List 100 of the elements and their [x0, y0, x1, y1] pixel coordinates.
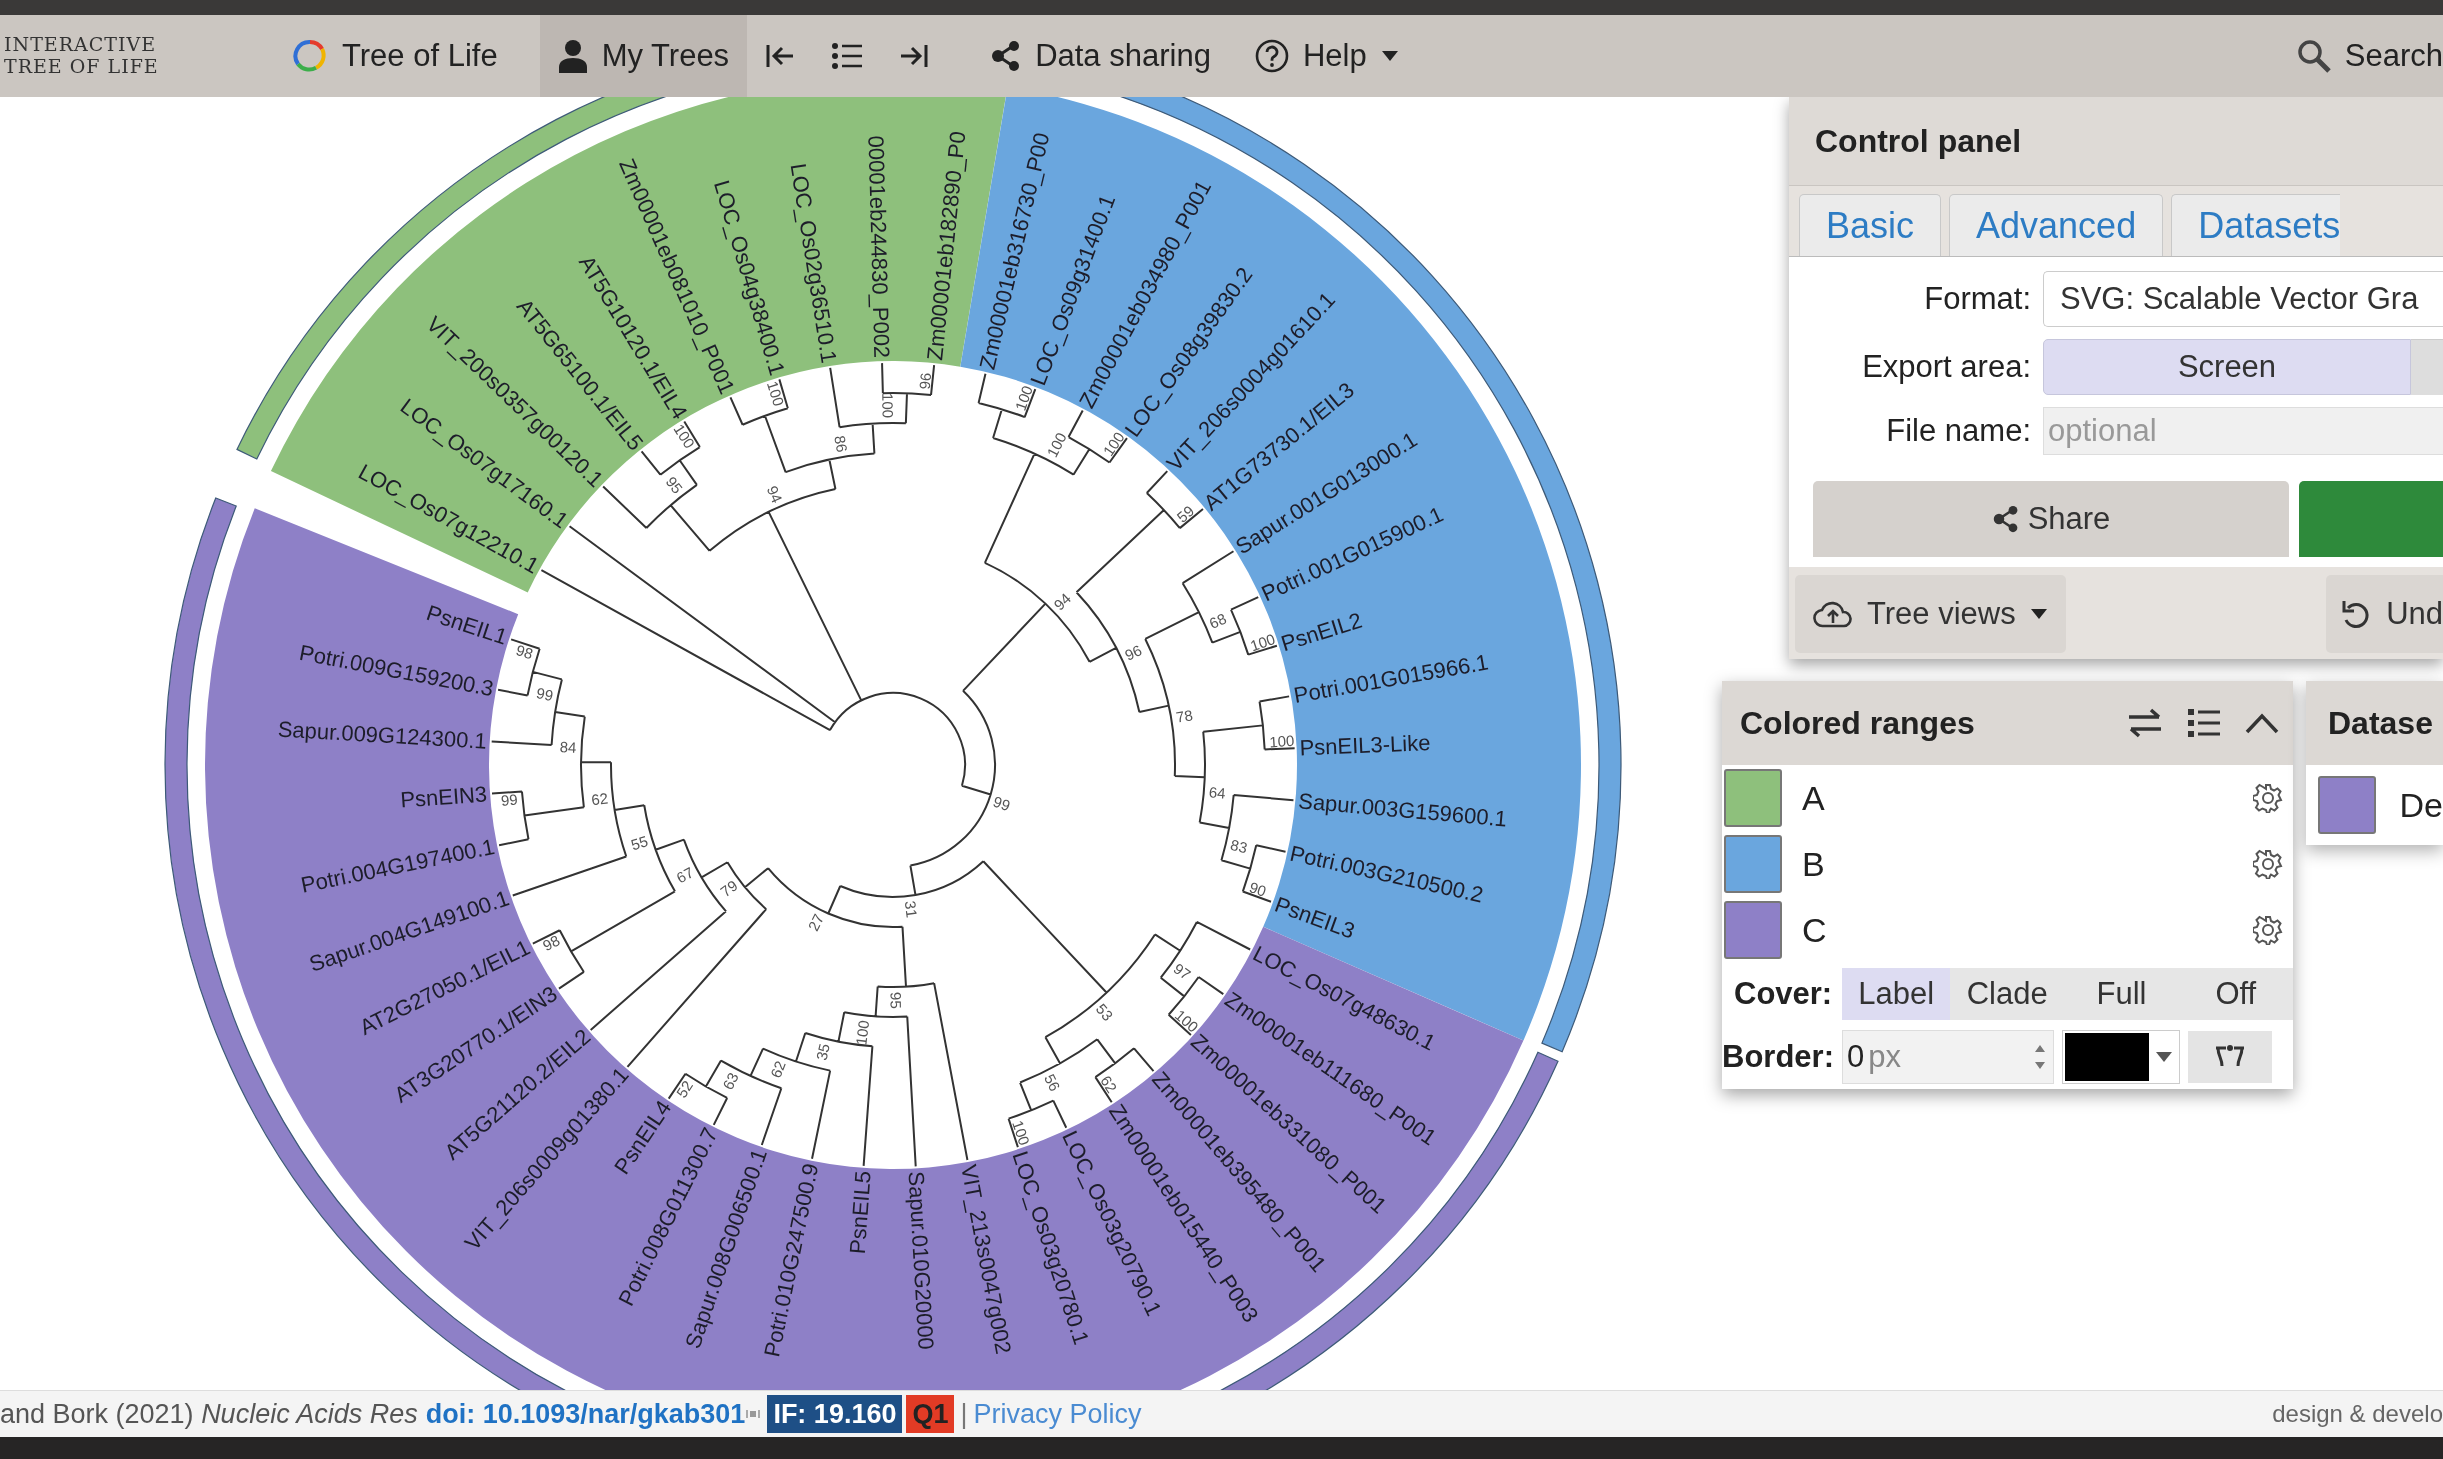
doi-link[interactable]: doi: 10.1093/nar/gkab301: [425, 1398, 746, 1430]
support-value: 55: [628, 832, 650, 854]
tree-views-button[interactable]: Tree views: [1795, 575, 2066, 653]
support-value: 98: [514, 641, 536, 663]
nav-tab[interactable]: Data sharing: [973, 15, 1229, 97]
color-swatch[interactable]: [1724, 835, 1782, 893]
nav-tab[interactable]: My Trees: [539, 15, 748, 97]
support-value: 78: [1174, 706, 1194, 726]
support-value: 86: [831, 434, 851, 454]
support-value: 59: [1173, 502, 1198, 526]
share-button[interactable]: Share: [1813, 481, 2289, 557]
caret-icon: [2154, 1050, 2173, 1064]
support-value: 96: [1122, 641, 1145, 664]
field-label: File name:: [1886, 413, 2032, 449]
nav-tab[interactable]: Tree of Life: [274, 15, 516, 97]
caret-icon: [2029, 608, 2048, 620]
person-icon: [557, 39, 588, 73]
quartile-badge: Q1: [906, 1395, 955, 1433]
color-swatch[interactable]: [1724, 901, 1782, 959]
support-value: 100: [763, 379, 788, 409]
settings-icon: [2253, 849, 2283, 879]
field-label: Export area:: [1862, 349, 2032, 385]
support-value: 27: [804, 911, 828, 934]
dataset-label: De: [2399, 785, 2443, 825]
leaf-label: 00001eb244830_P002: [863, 135, 895, 359]
segment-option[interactable]: Clade: [1950, 968, 2065, 1020]
range-label: B: [1801, 844, 1826, 884]
search-icon: [2296, 39, 2331, 73]
ring-logo-icon: [292, 38, 328, 74]
support-value: 100: [852, 1019, 873, 1047]
support-value: 100: [670, 421, 699, 452]
segment-option[interactable]: Off: [2178, 968, 2293, 1020]
support-value: 100: [879, 392, 897, 419]
color-swatch[interactable]: [1724, 769, 1782, 827]
cover-label: Cover:: [1734, 976, 1833, 1012]
support-value: 83: [1228, 836, 1249, 857]
list-icon: [2187, 707, 2221, 739]
share-icon: [1991, 505, 2020, 533]
support-value: 100: [1268, 731, 1295, 751]
logo-text: TREE OF LIFE: [4, 56, 160, 78]
format-select[interactable]: SVG: Scalable Vector Gra: [2043, 271, 2443, 327]
support-value: 62: [767, 1058, 789, 1081]
search-button[interactable]: Search: [2286, 15, 2443, 97]
support-value: 67: [673, 863, 697, 887]
color-swatch[interactable]: [2318, 776, 2376, 834]
support-value: 53: [1092, 1000, 1117, 1024]
caret-icon: [1380, 50, 1399, 62]
tab[interactable]: Basic: [1799, 194, 1942, 256]
filename-field[interactable]: optional: [2043, 407, 2443, 455]
border-label: Border:: [1722, 1039, 1834, 1075]
swap-arrows-icon: [2127, 708, 2163, 738]
segment-option[interactable]: Label: [1842, 968, 1951, 1020]
field-label: Format:: [1924, 281, 2032, 317]
share-icon: [991, 40, 1022, 72]
tab[interactable]: Datasets: [2171, 194, 2341, 256]
support-value: 52: [672, 1077, 696, 1101]
citation-text: and Bork (2021) Nucleic Acids Res: [0, 1398, 419, 1430]
support-value: 97: [1170, 959, 1195, 984]
support-value: 35: [812, 1041, 833, 1062]
support-value: 56: [1041, 1071, 1064, 1094]
logo-text: INTERACTIVE: [4, 34, 157, 56]
palette-button[interactable]: [2187, 1031, 2272, 1083]
support-value: 31: [901, 899, 921, 919]
settings-icon: [2253, 783, 2283, 813]
undo-button[interactable]: Und: [2326, 575, 2443, 653]
number-field[interactable]: 0 px: [1841, 1030, 2054, 1084]
leaf-label: Sapur.009G124300.1: [277, 716, 488, 754]
segment-option[interactable]: Full: [2064, 968, 2179, 1020]
support-value: 100: [1009, 1118, 1034, 1148]
support-value: 99: [991, 792, 1013, 815]
support-value: 90: [1247, 878, 1269, 900]
support-value: 100: [1011, 383, 1036, 413]
chevron-up-icon: [2245, 712, 2279, 734]
support-value: 84: [559, 738, 577, 756]
range-label: A: [1801, 778, 1826, 818]
color-picker[interactable]: [2061, 1030, 2180, 1084]
support-value: 100: [1248, 630, 1278, 655]
support-value: 99: [500, 790, 519, 810]
nav-tab[interactable]: Help: [1236, 15, 1417, 97]
support-value: 94: [763, 483, 786, 506]
panel-title: Control panel: [1815, 122, 2022, 160]
support-value: 94: [1050, 589, 1075, 614]
support-value: 62: [590, 789, 609, 809]
support-value: 99: [534, 684, 555, 704]
settings-icon: [2253, 915, 2283, 945]
leaf-label: Sapur.010G20000: [903, 1170, 939, 1351]
leaf-label: PsnEIL3-Like: [1299, 730, 1431, 761]
support-value: 63: [719, 1069, 742, 1093]
tab[interactable]: Advanced: [1949, 194, 2164, 256]
leaf-label: PsnEIN3: [399, 781, 488, 813]
support-value: 98: [539, 931, 563, 955]
segment-option[interactable]: Screen: [2043, 339, 2411, 395]
support-value: 64: [1208, 783, 1227, 802]
credit-text: design & develo: [2272, 1400, 2443, 1428]
cloud-upload-icon: [1813, 599, 1853, 629]
support-value: 62: [1097, 1072, 1121, 1096]
support-value: 79: [717, 876, 741, 901]
separator-text: |: [960, 1398, 968, 1430]
help-icon: [1254, 39, 1289, 73]
arrow-to-end-icon: [899, 42, 930, 70]
